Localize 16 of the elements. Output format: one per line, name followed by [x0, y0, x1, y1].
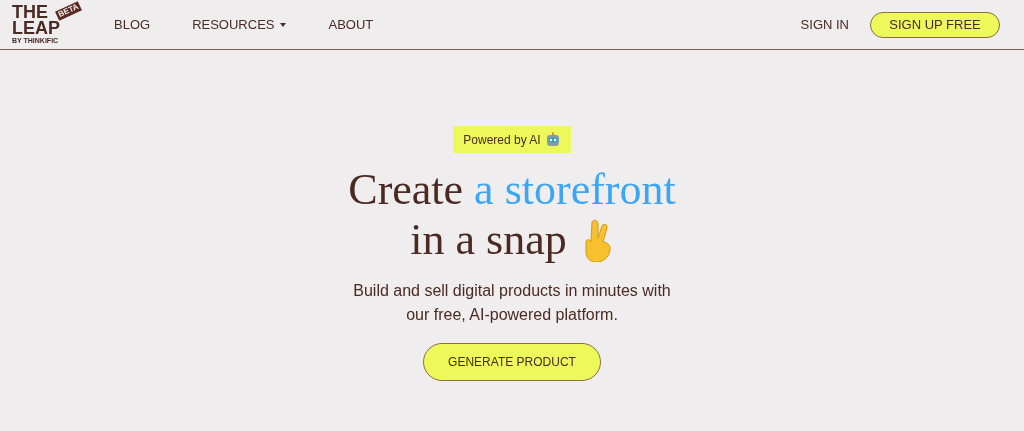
sign-in-link[interactable]: SIGN IN	[800, 14, 849, 35]
headline-text: a storefront	[474, 165, 676, 215]
nav-link[interactable]: RESOURCES	[192, 14, 287, 35]
headline-text: in a snap	[410, 215, 567, 265]
beta-badge: BETA	[55, 0, 83, 21]
nav-link[interactable]: BLOG	[114, 14, 151, 35]
nav-link[interactable]: ABOUT	[328, 14, 374, 35]
generate-product-button[interactable]: GENERATE PRODUCT	[423, 343, 601, 381]
caret-icon	[280, 22, 287, 27]
headline-text: Create	[348, 165, 464, 215]
subtitle: Build and sell digital products in minutes with our free, AI-powered platform.	[352, 281, 672, 325]
sign-up-button[interactable]: SIGN UP FREE	[870, 11, 1000, 38]
logo-text: LEAP	[12, 20, 60, 36]
logo-text: THE	[12, 4, 48, 20]
powered-badge: Powered by AI	[453, 126, 571, 153]
robot-icon	[544, 131, 561, 148]
